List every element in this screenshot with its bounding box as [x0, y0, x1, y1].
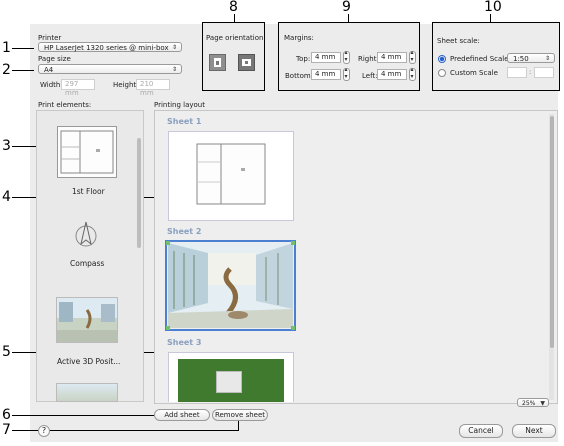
3d-view-thumbnail[interactable] [56, 297, 118, 343]
sheet-3-title: Sheet 3 [167, 338, 202, 347]
active-3d-label: Active 3D Posit... [57, 357, 121, 366]
portrait-icon [214, 58, 221, 67]
floor-plan-thumbnail[interactable] [57, 126, 117, 178]
resize-handle[interactable] [166, 326, 170, 330]
sheet-3-aerial-view [178, 359, 284, 402]
sheet-1-title: Sheet 1 [167, 117, 202, 126]
callout-4: 4 [2, 189, 11, 205]
3d-view-thumbnail-2[interactable] [56, 383, 118, 402]
layout-scrollbar[interactable] [550, 116, 554, 348]
left-margin-field[interactable]: 4 mm [377, 69, 407, 80]
right-margin-field[interactable]: 4 mm [377, 52, 407, 63]
callout-10: 10 [484, 0, 502, 15]
print-elements-label: Print elements: [38, 101, 92, 109]
callout-7: 7 [2, 422, 11, 438]
bottom-margin-label: Bottom: [285, 72, 314, 80]
width-label: Width [40, 81, 61, 89]
sheet-1-page[interactable] [168, 131, 294, 221]
callout-8: 8 [229, 0, 238, 15]
print-elements-scrollbar[interactable] [137, 138, 141, 248]
left-margin-stepper[interactable] [409, 66, 416, 81]
updown-arrows-icon: ⇕ [171, 44, 177, 51]
sheet-2-title: Sheet 2 [167, 227, 202, 236]
predefined-scale-select[interactable]: 1:50 ⇕ [507, 53, 555, 63]
sheet-scale-label: Sheet scale: [437, 37, 480, 45]
printer-label: Printer [38, 34, 62, 42]
top-margin-field[interactable]: 4 mm [311, 52, 341, 63]
callout-6: 6 [2, 407, 11, 423]
sheet-2-3d-render [168, 243, 293, 328]
callout-line-6 [12, 415, 154, 416]
compass-icon[interactable] [74, 220, 98, 250]
callout-line-10 [490, 14, 491, 22]
top-margin-label: Top: [296, 55, 311, 63]
right-margin-stepper[interactable] [409, 49, 416, 64]
callout-3: 3 [2, 138, 11, 154]
sheet-3-page[interactable] [168, 352, 294, 402]
callout-line-9 [348, 14, 349, 22]
callout-5: 5 [2, 344, 11, 360]
sheet-2-page[interactable] [168, 243, 293, 328]
help-button[interactable]: ? [38, 425, 50, 437]
resize-handle[interactable] [291, 326, 295, 330]
callout-line-2 [12, 70, 34, 71]
custom-scale-field-b[interactable] [534, 67, 554, 78]
left-margin-label: Left: [362, 72, 378, 80]
sheet-3-house [216, 371, 242, 393]
remove-sheet-button[interactable]: Remove sheet [212, 409, 268, 421]
callout-line-1 [12, 48, 34, 49]
callout-2: 2 [2, 62, 11, 78]
callout-1: 1 [2, 40, 11, 56]
compass-label: Compass [70, 259, 105, 268]
sheet-1-floor-plan [196, 143, 266, 205]
height-label: Height [113, 81, 137, 89]
top-margin-stepper[interactable] [343, 49, 350, 64]
custom-scale-radio[interactable] [438, 69, 446, 77]
margins-label: Margins: [284, 34, 314, 42]
custom-scale-label: Custom Scale [450, 69, 498, 77]
predefined-scale-value: 1:50 [513, 55, 529, 63]
chevron-down-icon: ▼ [540, 400, 545, 407]
resize-handle[interactable] [166, 241, 170, 245]
zoom-select[interactable]: 25% ▼ [517, 398, 549, 407]
updown-arrows-icon: ⇕ [544, 55, 550, 62]
floor-plan-drawing [60, 130, 114, 174]
custom-scale-field-a[interactable] [507, 67, 527, 78]
updown-arrows-icon: ⇕ [171, 66, 177, 73]
predefined-scale-radio[interactable] [438, 55, 446, 63]
callout-line-7b [238, 420, 239, 431]
bottom-margin-stepper[interactable] [343, 66, 350, 81]
printer-select[interactable]: HP LaserJet 1320 series @ mini-box ⇕ [38, 42, 182, 52]
right-margin-label: Right: [358, 55, 379, 63]
page-size-label: Page size [38, 55, 71, 63]
page-size-value: A4 [44, 66, 54, 74]
custom-scale-separator: : [529, 68, 532, 76]
bottom-margin-field[interactable]: 4 mm [311, 69, 341, 80]
callout-9: 9 [342, 0, 351, 15]
portrait-button[interactable] [209, 54, 226, 71]
landscape-icon [242, 59, 251, 66]
3d-view-drawing [57, 302, 117, 342]
printer-value: HP LaserJet 1320 series @ mini-box [44, 44, 169, 52]
cancel-button[interactable]: Cancel [459, 424, 503, 438]
resize-handle[interactable] [291, 241, 295, 245]
height-field[interactable]: 210 mm [136, 79, 170, 97]
callout-line-8 [234, 14, 235, 22]
first-floor-label: 1st Floor [72, 187, 105, 196]
page-orientation-label: Page orientation: [206, 34, 266, 42]
add-sheet-button[interactable]: Add sheet [154, 409, 210, 421]
width-field[interactable]: 297 mm [61, 79, 95, 97]
zoom-value: 25% [522, 400, 536, 407]
printing-layout-label: Printing layout [154, 101, 205, 109]
landscape-button[interactable] [238, 54, 255, 71]
predefined-scale-label: Predefined Scale [450, 55, 509, 63]
page-size-select[interactable]: A4 ⇕ [38, 64, 182, 74]
next-button[interactable]: Next [512, 424, 556, 438]
